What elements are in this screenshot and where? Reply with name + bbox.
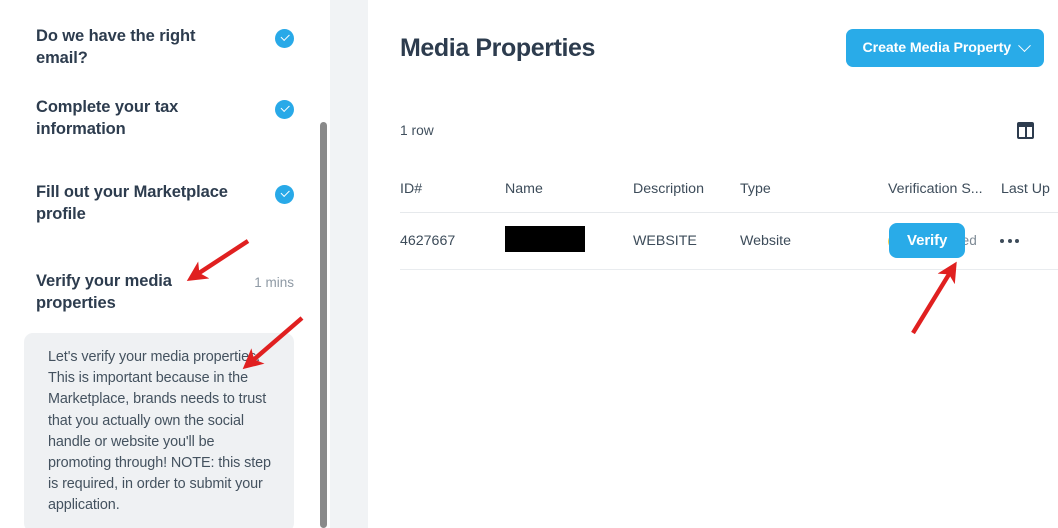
column-header-type[interactable]: Type: [740, 181, 888, 197]
create-media-property-label: Create Media Property: [862, 40, 1012, 56]
checklist-item-label: Complete your tax information: [36, 98, 179, 138]
checklist-item-label: Fill out your Marketplace profile: [36, 183, 228, 223]
row-count-label: 1 row: [400, 123, 434, 138]
cell-description: WEBSITE: [633, 233, 697, 249]
check-circle-icon: [275, 100, 294, 119]
column-header-last-updated[interactable]: Last Up: [1001, 181, 1058, 197]
verify-button[interactable]: Verify: [889, 223, 966, 258]
checklist-item-duration: 1 mins: [254, 275, 294, 290]
dot: [1000, 239, 1004, 243]
checklist-item-email[interactable]: Do we have the right email?: [36, 26, 294, 70]
redacted-name-bar: [505, 226, 585, 252]
cell-id: 4627667: [400, 233, 456, 249]
checklist-item-verify-media[interactable]: Verify your media properties 1 mins: [36, 271, 294, 315]
checklist-item-label: Verify your media properties: [36, 272, 172, 312]
media-properties-table: ID# Name Description Type Verification S…: [400, 166, 1058, 270]
table-row[interactable]: 4627667 WEBSITE Website Not verified Ver…: [400, 213, 1058, 270]
more-options-icon[interactable]: [1000, 231, 1026, 251]
columns-layout-icon[interactable]: [1017, 122, 1034, 139]
check-circle-icon: [275, 29, 294, 48]
page-title: Media Properties: [400, 33, 596, 62]
table-header-row: ID# Name Description Type Verification S…: [400, 166, 1058, 213]
check-circle-icon: [275, 185, 294, 204]
cell-name: [505, 226, 633, 256]
table-toolbar: 1 row: [400, 122, 1044, 139]
cell-type: Website: [740, 233, 791, 249]
onboarding-checklist-sidebar: Do we have the right email? Complete you…: [0, 0, 330, 528]
column-header-name[interactable]: Name: [505, 181, 633, 197]
sidebar-scrollbar-thumb[interactable]: [320, 122, 327, 528]
chevron-down-icon: [1018, 38, 1031, 52]
media-properties-panel: Media Properties Create Media Property 1…: [368, 0, 1058, 528]
checklist-item-label: Do we have the right email?: [36, 27, 196, 67]
column-header-id[interactable]: ID#: [400, 181, 505, 197]
checklist-item-tax[interactable]: Complete your tax information: [36, 97, 294, 141]
app-root: Do we have the right email? Complete you…: [0, 0, 1058, 528]
checklist-tooltip-text: Let's verify your media properties. This…: [48, 349, 271, 514]
checklist-item-profile[interactable]: Fill out your Marketplace profile: [36, 182, 294, 226]
create-media-property-button[interactable]: Create Media Property: [845, 29, 1044, 67]
sidebar-scrollbar[interactable]: [316, 0, 330, 528]
dot: [1015, 239, 1019, 243]
checklist-tooltip: Let's verify your media properties. This…: [24, 333, 294, 528]
panel-header: Media Properties Create Media Property: [400, 24, 1050, 72]
page-background: [330, 0, 368, 528]
column-header-verification-status[interactable]: Verification S...: [888, 181, 1001, 197]
dot: [1007, 239, 1012, 243]
column-header-description[interactable]: Description: [633, 181, 740, 197]
